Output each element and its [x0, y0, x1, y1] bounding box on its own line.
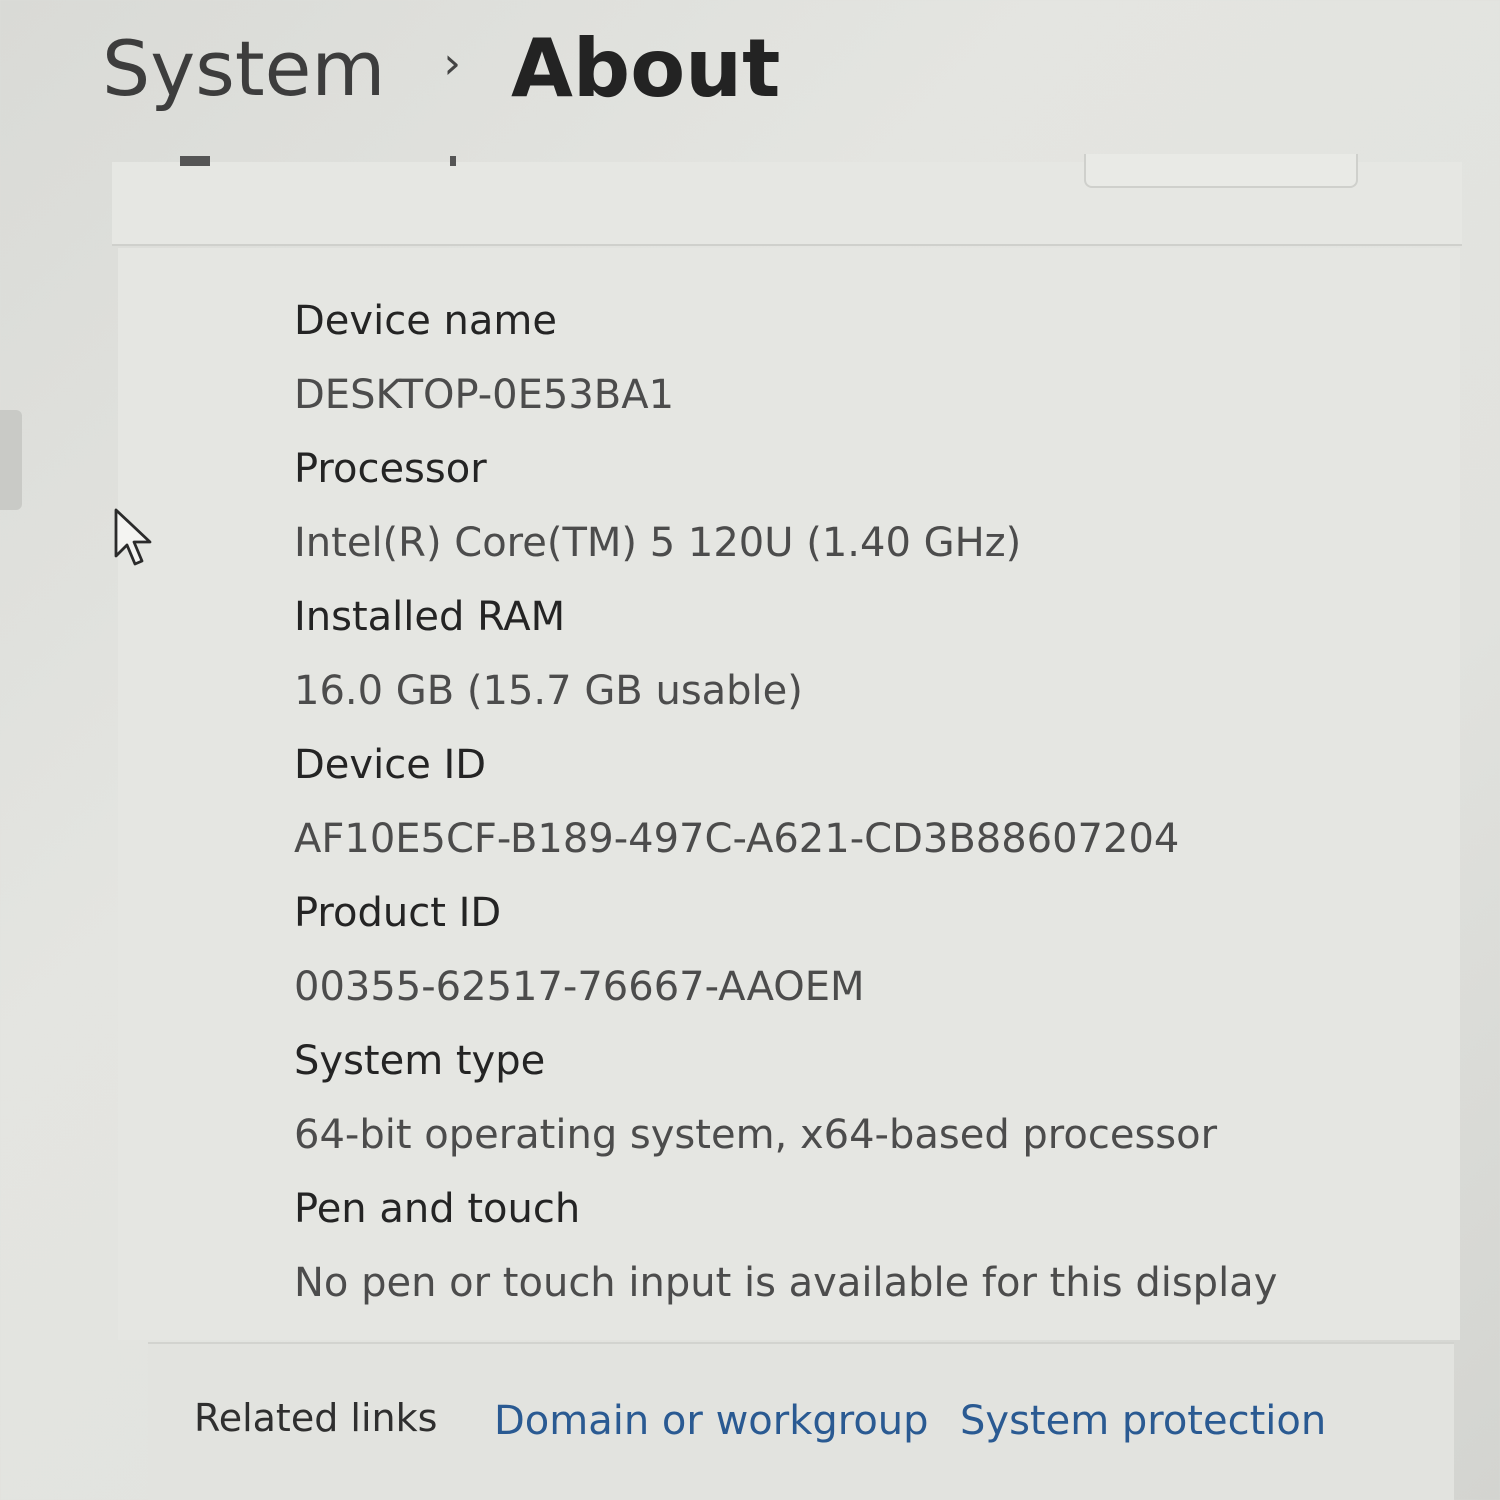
mouse-pointer-icon — [114, 508, 152, 566]
breadcrumb-system[interactable]: System — [102, 24, 385, 113]
spec-value: 00355-62517-76667-AAOEM — [294, 964, 865, 1010]
spec-label: Processor — [294, 446, 487, 492]
spec-value: 64-bit operating system, x64-based proce… — [294, 1112, 1218, 1158]
spec-value: Intel(R) Core(TM) 5 120U (1.40 GHz) — [294, 520, 1022, 566]
rename-pc-button[interactable] — [1084, 154, 1358, 188]
spec-processor: Processor Intel(R) Core(TM) 5 120U (1.40… — [294, 432, 1277, 580]
spec-product-id: Product ID 00355-62517-76667-AAOEM — [294, 876, 1277, 1024]
spec-device-id: Device ID AF10E5CF-B189-497C-A621-CD3B88… — [294, 728, 1277, 876]
device-specifications-card: Device name DESKTOP-0E53BA1 Processor In… — [118, 248, 1460, 1340]
related-links-section: Related links Domain or workgroup System… — [148, 1342, 1454, 1500]
spec-label: Device ID — [294, 742, 487, 788]
page-title: About — [511, 21, 781, 115]
spec-pen-and-touch: Pen and touch No pen or touch input is a… — [294, 1172, 1277, 1320]
spec-value: No pen or touch input is available for t… — [294, 1260, 1278, 1306]
clipped-text-fragment — [180, 156, 210, 166]
spec-label: Installed RAM — [294, 594, 566, 640]
spec-value: AF10E5CF-B189-497C-A621-CD3B88607204 — [294, 816, 1180, 862]
related-links-label: Related links — [194, 1396, 438, 1440]
device-header-card — [112, 154, 1462, 246]
spec-label: System type — [294, 1038, 546, 1084]
system-protection-link[interactable]: System protection — [960, 1398, 1326, 1444]
domain-or-workgroup-link[interactable]: Domain or workgroup — [494, 1398, 929, 1444]
spec-system-type: System type 64-bit operating system, x64… — [294, 1024, 1277, 1172]
spec-label: Device name — [294, 298, 557, 344]
chevron-right-icon: › — [443, 37, 462, 89]
nav-pane-edge — [0, 410, 22, 510]
spec-label: Product ID — [294, 890, 502, 936]
spec-device-name: Device name DESKTOP-0E53BA1 — [294, 284, 1277, 432]
breadcrumb: System › About — [102, 18, 780, 118]
spec-value: DESKTOP-0E53BA1 — [294, 372, 675, 418]
spec-installed-ram: Installed RAM 16.0 GB (15.7 GB usable) — [294, 580, 1277, 728]
spec-label: Pen and touch — [294, 1186, 581, 1232]
spec-list: Device name DESKTOP-0E53BA1 Processor In… — [294, 284, 1277, 1320]
spec-value: 16.0 GB (15.7 GB usable) — [294, 668, 803, 714]
clipped-text-fragment — [450, 156, 456, 166]
